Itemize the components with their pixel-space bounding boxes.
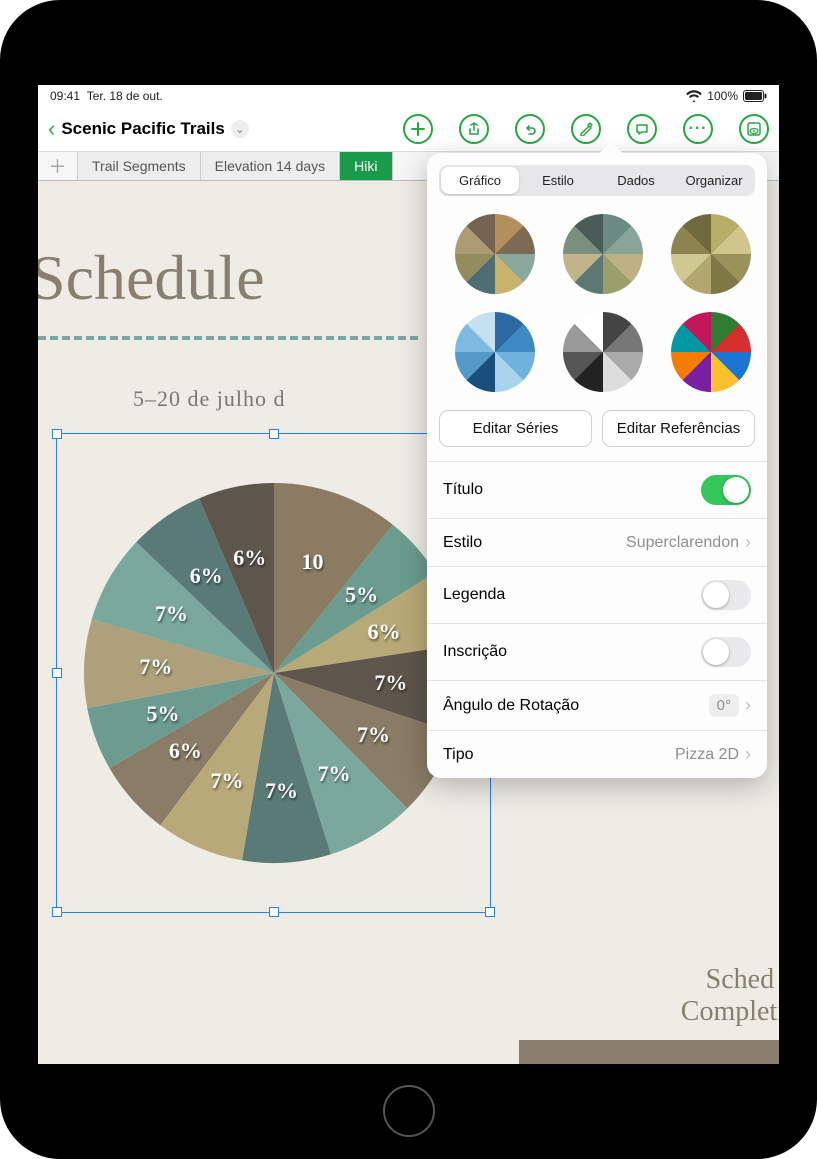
chart-style-swatch[interactable]	[455, 312, 535, 392]
seg-organize[interactable]: Organizar	[675, 167, 753, 194]
secondary-title: Sched Completin	[681, 964, 779, 1028]
seg-data[interactable]: Dados	[597, 167, 675, 194]
chart-style-grid	[427, 208, 767, 406]
chevron-right-icon: ›	[745, 744, 751, 765]
chevron-right-icon: ›	[745, 532, 751, 553]
pie-slice-label: 7%	[139, 654, 172, 680]
more-button[interactable]: ···	[683, 114, 713, 144]
sheet-tab-trail-segments[interactable]: Trail Segments	[78, 152, 201, 180]
pie-slice-label: 5%	[147, 701, 180, 727]
comments-button[interactable]	[627, 114, 657, 144]
setting-angle-label: Ângulo de Rotação	[443, 697, 579, 715]
pie-slice-label: 6%	[367, 619, 400, 645]
setting-title[interactable]: Título	[427, 461, 767, 518]
setting-type-label: Tipo	[443, 746, 474, 764]
status-date: Ter. 18 de out.	[87, 89, 163, 103]
pie-slice-label: 7%	[357, 722, 390, 748]
document-title[interactable]: Scenic Pacific Trails	[61, 119, 224, 139]
seg-chart[interactable]: Gráfico	[441, 167, 519, 194]
status-time: 09:41	[50, 89, 80, 103]
pie-slice-label: 7%	[155, 601, 188, 627]
share-button[interactable]	[459, 114, 489, 144]
pie-slice-label: 5%	[345, 582, 378, 608]
edit-references-button[interactable]: Editar Referências	[602, 410, 755, 447]
title-toggle[interactable]	[701, 475, 751, 505]
undo-button[interactable]	[515, 114, 545, 144]
view-button[interactable]	[739, 114, 769, 144]
chart-style-swatch[interactable]	[563, 214, 643, 294]
setting-legend[interactable]: Legenda	[427, 566, 767, 623]
pie-slice-label: 7%	[374, 670, 407, 696]
pie-slice-label: 6%	[233, 545, 266, 571]
setting-style[interactable]: Estilo Superclarendon ›	[427, 518, 767, 566]
setting-title-label: Título	[443, 481, 483, 499]
selection-handle[interactable]	[52, 668, 62, 678]
setting-style-label: Estilo	[443, 534, 482, 552]
selection-handle[interactable]	[269, 429, 279, 439]
battery-pct: 100%	[707, 89, 738, 103]
sheet-tab-hiki[interactable]: Hiki	[340, 152, 392, 180]
pie-slice-label: 6%	[190, 563, 223, 589]
setting-type-value: Pizza 2D	[675, 746, 739, 764]
document-menu-chevron-icon[interactable]: ⌄	[231, 120, 249, 138]
selection-handle[interactable]	[485, 907, 495, 917]
back-button[interactable]: ‹	[48, 116, 55, 142]
pie-chart[interactable]: 105%6%7%7%7%7%7%6%5%7%7%6%6%	[74, 473, 474, 873]
setting-angle-value: 0°	[709, 694, 739, 717]
chevron-right-icon: ›	[745, 695, 751, 716]
legend-toggle[interactable]	[701, 580, 751, 610]
add-sheet-button[interactable]: ＋	[38, 152, 78, 180]
format-segmented-control[interactable]: Gráfico Estilo Dados Organizar	[439, 165, 755, 196]
selection-handle[interactable]	[52, 907, 62, 917]
chart-style-swatch[interactable]	[455, 214, 535, 294]
toolbar: ‹ Scenic Pacific Trails ⌄ ···	[38, 107, 779, 151]
page-title: Schedule	[38, 241, 265, 315]
edit-series-button[interactable]: Editar Séries	[439, 410, 592, 447]
format-popover: Gráfico Estilo Dados Organizar Editar Sé…	[427, 153, 767, 778]
chart-style-swatch[interactable]	[671, 312, 751, 392]
sheet-tab-elevation[interactable]: Elevation 14 days	[201, 152, 341, 180]
chart-selection[interactable]: 105%6%7%7%7%7%7%6%5%7%7%6%6%	[56, 433, 491, 913]
pie-slice-label: 7%	[265, 778, 298, 804]
setting-type[interactable]: Tipo Pizza 2D ›	[427, 730, 767, 778]
setting-inscription[interactable]: Inscrição	[427, 623, 767, 680]
selection-handle[interactable]	[52, 429, 62, 439]
format-button[interactable]	[571, 114, 601, 144]
selection-handle[interactable]	[269, 907, 279, 917]
setting-inscription-label: Inscrição	[443, 643, 507, 661]
chart-style-swatch[interactable]	[671, 214, 751, 294]
title-rule	[38, 336, 418, 340]
pie-slice-label: 10	[302, 549, 324, 575]
status-bar: 09:41 Ter. 18 de out. 100%	[38, 85, 779, 107]
wifi-icon	[686, 90, 702, 102]
chart-style-swatch[interactable]	[563, 312, 643, 392]
setting-legend-label: Legenda	[443, 586, 505, 604]
insert-button[interactable]	[403, 114, 433, 144]
pie-slice-label: 6%	[169, 738, 202, 764]
setting-style-value: Superclarendon	[626, 534, 739, 552]
date-label: 5–20 de julho d	[133, 386, 286, 412]
seg-style[interactable]: Estilo	[519, 167, 597, 194]
pie-slice-label: 7%	[318, 761, 351, 787]
inscription-toggle[interactable]	[701, 637, 751, 667]
setting-rotation-angle[interactable]: Ângulo de Rotação 0° ›	[427, 680, 767, 730]
battery-icon	[743, 90, 767, 102]
pie-slice-label: 7%	[211, 768, 244, 794]
table-header-fragment	[519, 1040, 779, 1064]
